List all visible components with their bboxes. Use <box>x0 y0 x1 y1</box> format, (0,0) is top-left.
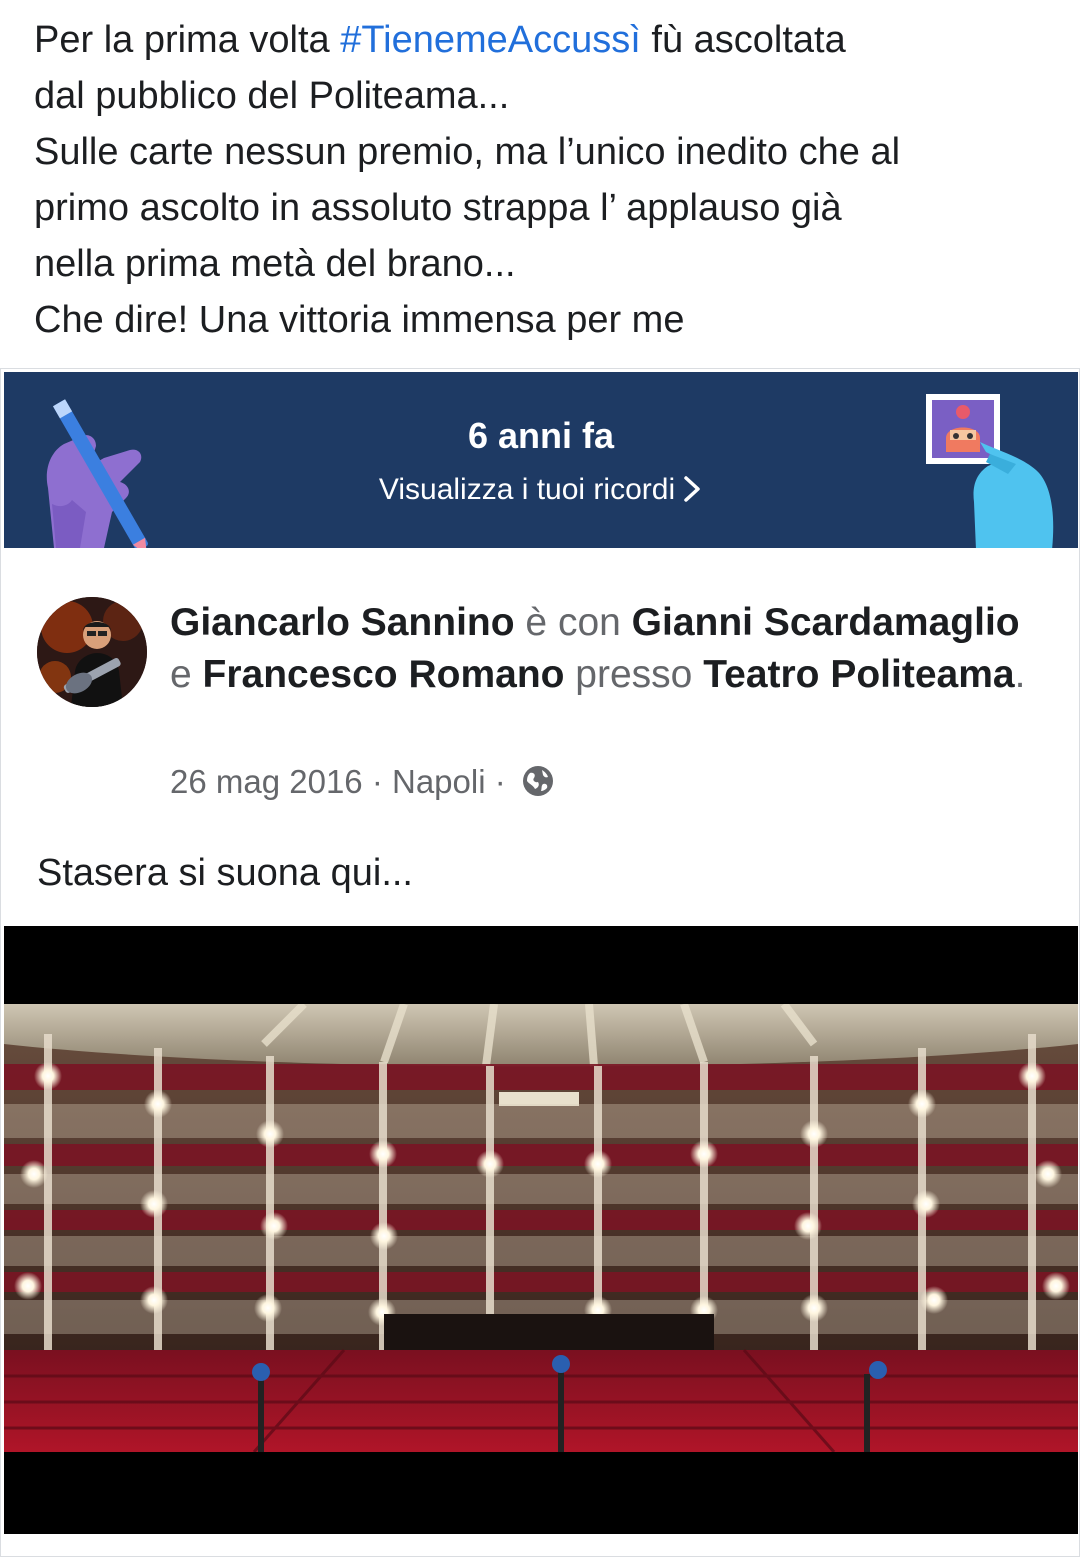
post-author-line: Giancarlo Sannino è con Gianni Scardamag… <box>170 601 1026 696</box>
post-date[interactable]: 26 mag 2016 <box>170 763 363 800</box>
globe-icon[interactable] <box>521 764 555 798</box>
post-text: Per la prima volta #TienemeAccussì fù as… <box>34 12 1054 348</box>
post-text-line: Che dire! Una vittoria immensa per me <box>34 299 685 341</box>
profile-photo <box>37 597 147 707</box>
post-text-line: primo ascolto in assoluto strappa l’ app… <box>34 187 842 229</box>
avatar[interactable] <box>37 597 147 707</box>
view-memories-label: Visualizza i tuoi ricordi <box>378 473 676 506</box>
author-name[interactable]: Giancarlo Sannino <box>170 601 515 644</box>
shared-memory-card[interactable]: 6 anni fa Visualizza i tuoi ricordi Gian… <box>0 368 1080 1557</box>
post-text-line: dal pubblico del Politeama... <box>34 75 510 117</box>
memories-banner[interactable]: 6 anni fa Visualizza i tuoi ricordi <box>4 372 1078 548</box>
tagged-friend-1[interactable]: Gianni Scardamaglio <box>632 601 1020 644</box>
hashtag-link[interactable]: #TienemeAccussì <box>340 19 641 61</box>
post-meta: 26 mag 2016 · Napoli · <box>170 762 555 802</box>
post-body-text: Stasera si suona qui... <box>37 852 413 894</box>
post-text-line: nella prima metà del brano... <box>34 243 516 285</box>
post-text-line: Sulle carte nessun premio, ma l’unico in… <box>34 131 901 173</box>
chevron-right-icon <box>684 476 700 502</box>
post-photo[interactable] <box>4 926 1078 1534</box>
photo-hand-illustration <box>926 394 1054 548</box>
post-location[interactable]: Napoli <box>392 763 486 800</box>
place-link[interactable]: Teatro Politeama <box>703 653 1014 696</box>
post-text-line: Per la prima volta #TienemeAccussì fù as… <box>34 19 846 61</box>
tagged-friend-2[interactable]: Francesco Romano <box>203 653 565 696</box>
theatre-photo <box>4 1004 1078 1452</box>
